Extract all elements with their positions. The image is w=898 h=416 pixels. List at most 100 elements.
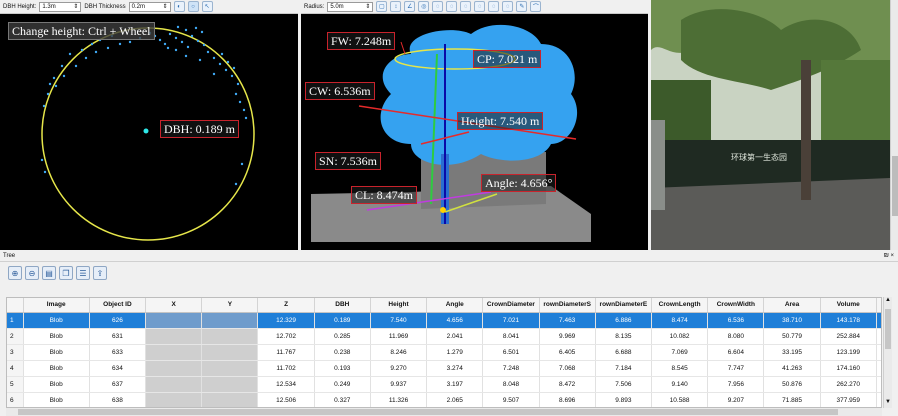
- column-header[interactable]: [7, 298, 24, 313]
- row-number-cell[interactable]: 1: [7, 312, 24, 329]
- table-cell[interactable]: 123.199: [820, 344, 877, 361]
- table-cell[interactable]: 0.285: [314, 328, 371, 345]
- cl-tool-icon[interactable]: ◌: [488, 1, 500, 12]
- table-cell[interactable]: 3.197: [426, 376, 484, 393]
- table-cell[interactable]: 9.937: [370, 376, 428, 393]
- table-cell[interactable]: 0.327: [314, 392, 371, 407]
- copy-table-icon[interactable]: ❐: [59, 266, 73, 280]
- table-row[interactable]: 2 Blob 631 12.702 0.285 11.969 2.041 8.041 9.969…: [7, 328, 881, 345]
- table-cell[interactable]: 633: [89, 344, 147, 361]
- table-cell[interactable]: 7.956: [707, 376, 765, 393]
- table-row[interactable]: 6 Blob 638 12.506 0.327 11.326 2.065 9.507 8.696…: [7, 392, 881, 407]
- table-cell[interactable]: 9.893: [595, 392, 653, 407]
- table-cell[interactable]: 9.207: [707, 392, 765, 407]
- table-cell[interactable]: 8.472: [539, 376, 596, 393]
- table-cell[interactable]: 9.969: [539, 328, 596, 345]
- table-cell[interactable]: 12.506: [257, 392, 315, 407]
- column-header[interactable]: CrownLength: [651, 298, 709, 313]
- column-header[interactable]: CrownDiameter: [482, 298, 540, 313]
- table-cell[interactable]: 4.656: [426, 312, 484, 329]
- table-row[interactable]: 5 Blob 637 12.534 0.249 9.937 3.197 8.048 8.472 7…: [7, 376, 881, 393]
- table-cell[interactable]: 0.193: [314, 360, 371, 377]
- table-cell[interactable]: [145, 360, 203, 377]
- table-cell[interactable]: 10.082: [651, 328, 709, 345]
- column-header[interactable]: Object ID: [89, 298, 147, 313]
- table-cell[interactable]: 12.534: [257, 376, 315, 393]
- table-cell[interactable]: 8.696: [539, 392, 596, 407]
- dbh-thickness-input[interactable]: 0.2m ⇕: [128, 1, 171, 12]
- table-cell[interactable]: [201, 360, 259, 377]
- cp-tool-icon[interactable]: ◌: [446, 1, 458, 12]
- table-cell[interactable]: Blob: [23, 392, 90, 407]
- table-cell[interactable]: 7.248: [482, 360, 540, 377]
- table-cell[interactable]: 33.195: [763, 344, 821, 361]
- table-row[interactable]: 4 Blob 634 11.702 0.193 9.270 3.274 7.248 7.068 7…: [7, 360, 881, 377]
- table-cell[interactable]: 626: [89, 312, 147, 329]
- table-cell[interactable]: 143.178: [820, 312, 877, 329]
- import-table-icon[interactable]: ▤: [42, 266, 56, 280]
- table-cell[interactable]: 11.702: [257, 360, 315, 377]
- cw-tool-icon[interactable]: ◌: [432, 1, 444, 12]
- row-number-cell[interactable]: 6: [7, 392, 24, 407]
- table-cell[interactable]: 9.507: [482, 392, 540, 407]
- table-cell[interactable]: 0.249: [314, 376, 371, 393]
- row-number-cell[interactable]: 5: [7, 376, 24, 393]
- table-cell[interactable]: 50.779: [763, 328, 821, 345]
- column-header[interactable]: rownDiameterS: [539, 298, 596, 313]
- table-horizontal-scrollbar[interactable]: [6, 408, 882, 416]
- table-cell[interactable]: 9.270: [370, 360, 428, 377]
- table-row[interactable]: 1 Blob 626 12.329 0.189 7.540 4.656 7.021 7.463 6…: [7, 312, 881, 329]
- vscroll-down-icon[interactable]: ▼: [884, 399, 892, 408]
- right-scrollbar[interactable]: [890, 0, 898, 250]
- table-cell[interactable]: 1.279: [426, 344, 484, 361]
- table-cell[interactable]: 7.069: [651, 344, 709, 361]
- table-cell[interactable]: [201, 344, 259, 361]
- table-cell[interactable]: 252.884: [820, 328, 877, 345]
- tree-3d-viewer[interactable]: FW: 7.248m CP: 7.021 m CW: 6.536m Height…: [301, 14, 648, 250]
- table-cell[interactable]: 50.876: [763, 376, 821, 393]
- table-cell[interactable]: 9.140: [651, 376, 709, 393]
- table-cell[interactable]: [201, 392, 259, 407]
- table-cell[interactable]: Blob: [23, 328, 90, 345]
- select-cursor-icon[interactable]: ↖: [201, 1, 213, 12]
- table-cell[interactable]: 0.189: [314, 312, 371, 329]
- fit-tool-icon[interactable]: ◐: [173, 1, 185, 12]
- table-vertical-scrollbar[interactable]: ▲ ▼: [883, 297, 892, 408]
- table-cell[interactable]: [201, 376, 259, 393]
- column-header[interactable]: Area: [763, 298, 821, 313]
- table-cell[interactable]: 41.263: [763, 360, 821, 377]
- table-cell[interactable]: Blob: [23, 344, 90, 361]
- vscroll-up-icon[interactable]: ▲: [884, 297, 892, 306]
- table-row[interactable]: 3 Blob 633 11.767 0.238 8.246 1.279 6.501 6.405 6…: [7, 344, 881, 361]
- height-tool-icon[interactable]: ↕: [390, 1, 402, 12]
- table-cell[interactable]: 7.068: [539, 360, 596, 377]
- table-cell[interactable]: 38.710: [763, 312, 821, 329]
- crown-tool-icon[interactable]: ◎: [418, 1, 430, 12]
- table-cell[interactable]: Blob: [23, 312, 90, 329]
- table-cell[interactable]: 174.160: [820, 360, 877, 377]
- table-cell[interactable]: Blob: [23, 376, 90, 393]
- table-cell[interactable]: 6.604: [707, 344, 765, 361]
- split-icon[interactable]: ☰: [76, 266, 90, 280]
- table-cell[interactable]: [145, 312, 203, 329]
- table-cell[interactable]: 6.405: [539, 344, 596, 361]
- column-header[interactable]: X: [145, 298, 203, 313]
- edit-tool-icon[interactable]: ✎: [516, 1, 528, 12]
- table-cell[interactable]: [876, 312, 881, 329]
- fw-tool-icon[interactable]: ◌: [460, 1, 472, 12]
- add-tree-icon[interactable]: ⊕: [8, 266, 22, 280]
- vscroll-thumb[interactable]: [885, 309, 891, 349]
- table-cell[interactable]: 11.326: [370, 392, 428, 407]
- panel-pin-close-icon[interactable]: ₪ ×: [884, 253, 898, 259]
- table-cell[interactable]: 6.536: [707, 312, 765, 329]
- table-cell[interactable]: 8.048: [482, 376, 540, 393]
- table-cell[interactable]: [876, 360, 881, 377]
- column-header[interactable]: Image: [23, 298, 90, 313]
- hscroll-thumb[interactable]: [18, 409, 838, 415]
- table-cell[interactable]: 2.065: [426, 392, 484, 407]
- table-cell[interactable]: 7.506: [595, 376, 653, 393]
- table-cell[interactable]: 7.021: [482, 312, 540, 329]
- table-cell[interactable]: 262.270: [820, 376, 877, 393]
- remove-tree-icon[interactable]: ⊖: [25, 266, 39, 280]
- table-cell[interactable]: 8.246: [370, 344, 428, 361]
